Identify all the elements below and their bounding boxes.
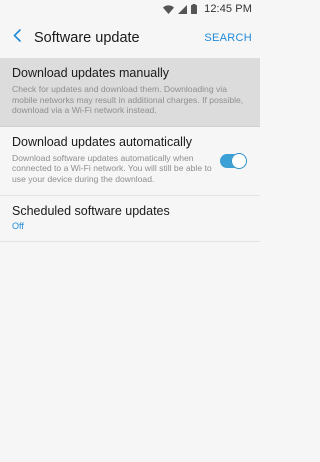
- app-bar: Software update SEARCH: [0, 18, 260, 58]
- setting-download-automatically[interactable]: Download updates automatically Download …: [0, 127, 260, 196]
- setting-title: Download updates automatically: [12, 134, 192, 149]
- auto-update-toggle[interactable]: [220, 152, 247, 169]
- status-time: 12:45 PM: [204, 3, 252, 15]
- signal-icon: [178, 4, 188, 14]
- setting-description: Check for updates and download them. Dow…: [12, 84, 244, 116]
- back-button[interactable]: [6, 18, 28, 58]
- status-bar: 12:45 PM: [0, 0, 260, 18]
- setting-title: Download updates manually: [12, 66, 170, 80]
- setting-description: Download software updates automatically …: [12, 152, 212, 184]
- settings-list: Download updates manually Check for upda…: [0, 58, 260, 242]
- battery-icon: [191, 4, 198, 14]
- page-title: Software update: [34, 30, 140, 46]
- chevron-left-icon: [13, 29, 21, 47]
- search-button[interactable]: SEARCH: [204, 32, 252, 44]
- setting-value: Off: [12, 220, 24, 231]
- wifi-icon: [163, 4, 175, 14]
- setting-download-manually[interactable]: Download updates manually Check for upda…: [0, 58, 260, 127]
- setting-scheduled-updates[interactable]: Scheduled software updates Off: [0, 196, 260, 242]
- setting-title: Scheduled software updates: [12, 203, 170, 218]
- toggle-knob: [231, 152, 247, 169]
